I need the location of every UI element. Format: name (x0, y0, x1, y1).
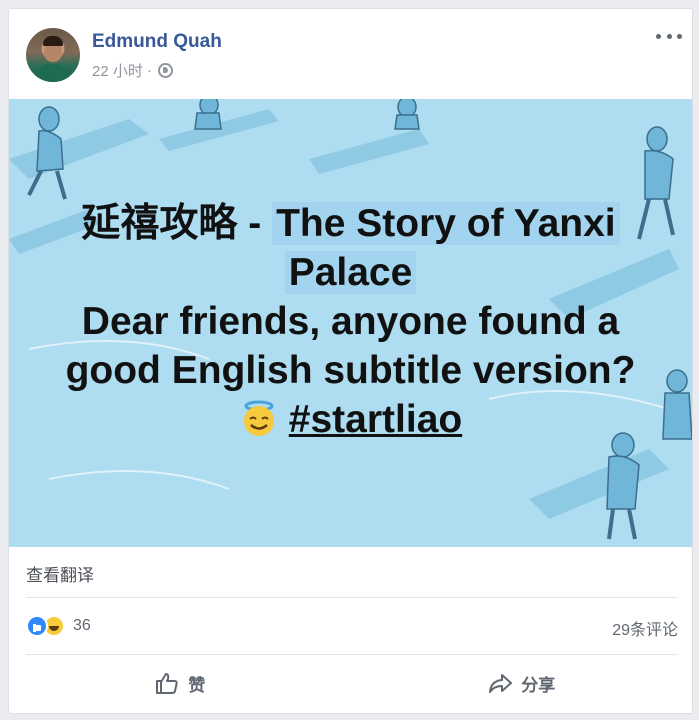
meta-separator: · (146, 62, 152, 79)
divider (26, 597, 677, 598)
see-translation-link[interactable]: 查看翻译 (26, 561, 94, 586)
more-dot (656, 33, 661, 39)
title-chinese: 延禧攻略 (81, 202, 238, 245)
title-english: The Story of Yanxi (272, 202, 620, 245)
share-icon (489, 674, 513, 693)
divider (26, 654, 677, 655)
thumbs-up-icon (156, 673, 178, 694)
post-title-line-2: Palace (9, 248, 692, 297)
like-button[interactable]: 赞 (9, 659, 351, 707)
author-name[interactable]: Edmund Quah (92, 31, 222, 53)
share-button[interactable]: 分享 (351, 659, 693, 707)
post-header: Edmund Quah 22 小时 · (9, 9, 692, 99)
angel-emoji-icon (243, 400, 274, 436)
like-label: 赞 (188, 675, 206, 695)
title-english-2: Palace (284, 251, 417, 294)
title-dash: - (248, 202, 262, 245)
post-meta: 22 小时 · (92, 60, 173, 81)
globe-icon[interactable] (157, 63, 173, 78)
hashtag-link[interactable]: #startliao (289, 398, 462, 441)
post-actions: 赞 分享 (9, 659, 692, 707)
post-card: Edmund Quah 22 小时 · 延禧攻略 - The Story of … (8, 8, 693, 714)
avatar-hair (43, 36, 63, 46)
reactions-summary[interactable]: 36 (26, 615, 91, 637)
post-image[interactable]: 延禧攻略 - The Story of Yanxi Palace Dear fr… (9, 99, 692, 547)
avatar[interactable] (26, 28, 80, 82)
post-hashtag-line: #startliao (9, 395, 692, 444)
avatar-shirt (36, 64, 70, 82)
more-icon[interactable] (656, 29, 682, 43)
more-dot (677, 33, 682, 39)
share-label: 分享 (521, 675, 556, 695)
comment-count[interactable]: 29条评论 (612, 616, 678, 640)
post-time[interactable]: 22 小时 (92, 60, 143, 81)
post-line-1: Dear friends, anyone found a (81, 300, 620, 343)
more-dot (666, 33, 672, 39)
like-reaction-icon (26, 615, 48, 637)
reaction-count: 36 (73, 617, 91, 634)
post-text: 延禧攻略 - The Story of Yanxi Palace Dear fr… (9, 199, 692, 444)
post-title-line: 延禧攻略 - The Story of Yanxi (9, 199, 692, 248)
post-line-2: good English subtitle version? (65, 349, 636, 392)
